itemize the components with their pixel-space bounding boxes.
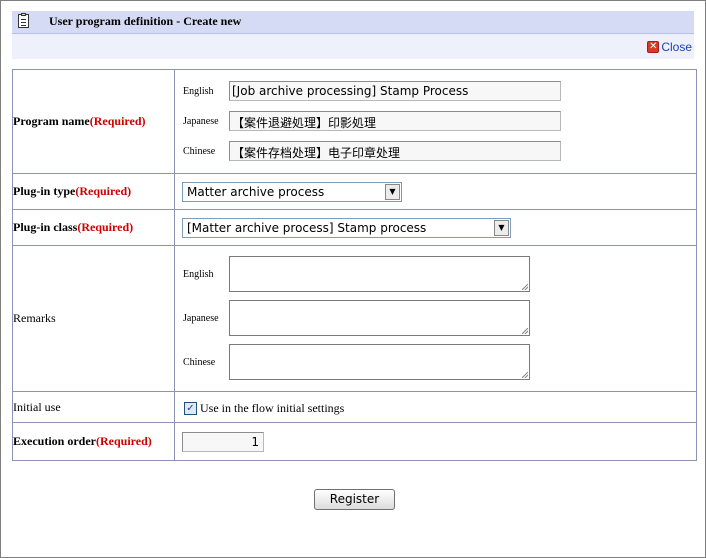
- required-marker: (Required): [89, 114, 146, 128]
- plugin-class-label: Plug-in class(Required): [12, 209, 175, 246]
- dialog-window: User program definition - Create new ✕ Cl…: [0, 0, 706, 558]
- plugin-type-selected: Matter archive process: [187, 185, 325, 199]
- plugin-type-select[interactable]: Matter archive process ▼: [182, 182, 402, 202]
- program-name-fields: English [Job archive processing] Stamp P…: [174, 69, 697, 174]
- plugin-class-field: [Matter archive process] Stamp process ▼: [174, 209, 697, 246]
- execution-order-label: Execution order(Required): [12, 422, 175, 461]
- required-marker: (Required): [77, 220, 134, 234]
- plugin-type-row: Plug-in type(Required) Matter archive pr…: [12, 173, 697, 210]
- initial-use-checkbox[interactable]: ✓: [184, 402, 197, 415]
- title-bar: User program definition - Create new: [12, 11, 694, 34]
- remarks-row: Remarks English Japanese Chinese: [12, 245, 697, 392]
- chevron-down-icon[interactable]: ▼: [385, 184, 400, 200]
- clipboard-icon: [18, 13, 29, 28]
- lang-label-japanese: Japanese: [183, 116, 219, 127]
- close-icon: ✕: [647, 41, 660, 54]
- lang-label-english: English: [183, 86, 214, 97]
- action-bar: ✕ Close: [12, 34, 694, 59]
- remarks-label: Remarks: [12, 245, 175, 392]
- program-definition-form: Program name(Required) English [Job arch…: [12, 69, 697, 461]
- register-button[interactable]: Register: [314, 489, 395, 510]
- program-name-chinese-input[interactable]: 【案件存档处理】电子印章处理: [229, 141, 561, 161]
- remarks-english-textarea[interactable]: [229, 256, 530, 292]
- lang-label-chinese: Chinese: [183, 357, 216, 368]
- plugin-type-label: Plug-in type(Required): [12, 173, 175, 210]
- plugin-type-field: Matter archive process ▼: [174, 173, 697, 210]
- resize-grip-icon[interactable]: [522, 372, 528, 378]
- initial-use-label: Initial use: [12, 391, 175, 423]
- close-label: Close: [661, 40, 692, 55]
- resize-grip-icon[interactable]: [522, 284, 528, 290]
- initial-use-checkbox-label[interactable]: Use in the flow initial settings: [200, 401, 344, 416]
- lang-label-english: English: [183, 269, 214, 280]
- required-marker: (Required): [75, 184, 132, 198]
- program-name-label: Program name(Required): [12, 69, 175, 174]
- close-button[interactable]: ✕ Close: [647, 39, 692, 54]
- initial-use-row: Initial use ✓ Use in the flow initial se…: [12, 391, 697, 423]
- execution-order-field: 1: [174, 422, 697, 461]
- remarks-fields: English Japanese Chinese: [174, 245, 697, 392]
- lang-label-japanese: Japanese: [183, 313, 219, 324]
- resize-grip-icon[interactable]: [522, 328, 528, 334]
- plugin-class-selected: [Matter archive process] Stamp process: [187, 221, 427, 235]
- lang-label-chinese: Chinese: [183, 146, 216, 157]
- plugin-class-row: Plug-in class(Required) [Matter archive …: [12, 209, 697, 246]
- program-name-row: Program name(Required) English [Job arch…: [12, 69, 697, 174]
- chevron-down-icon[interactable]: ▼: [494, 220, 509, 236]
- program-name-english-input[interactable]: [Job archive processing] Stamp Process: [229, 81, 561, 101]
- required-marker: (Required): [96, 434, 152, 448]
- plugin-class-select[interactable]: [Matter archive process] Stamp process ▼: [182, 218, 511, 238]
- remarks-chinese-textarea[interactable]: [229, 344, 530, 380]
- remarks-japanese-textarea[interactable]: [229, 300, 530, 336]
- execution-order-input[interactable]: 1: [182, 432, 264, 452]
- execution-order-row: Execution order(Required) 1: [12, 422, 697, 461]
- dialog-title: User program definition - Create new: [49, 14, 242, 28]
- initial-use-field: ✓ Use in the flow initial settings: [174, 391, 697, 423]
- program-name-japanese-input[interactable]: 【案件退避処理】印影処理: [229, 111, 561, 131]
